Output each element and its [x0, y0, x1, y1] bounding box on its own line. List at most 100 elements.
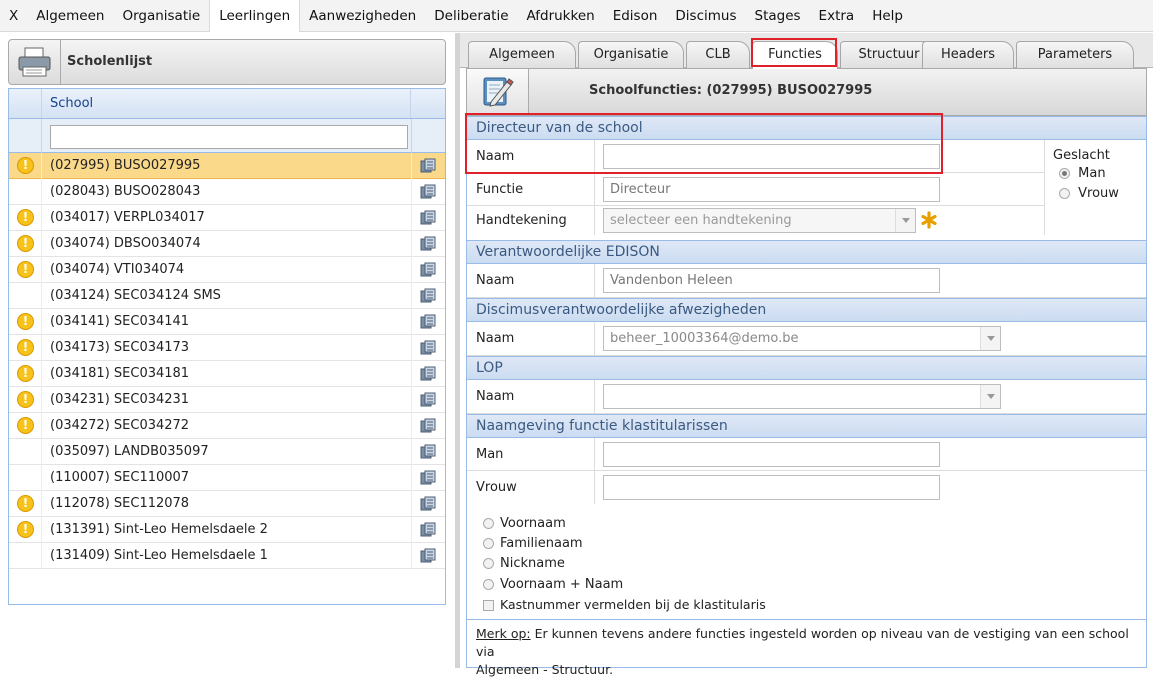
klastitularis-man-input[interactable] — [603, 442, 940, 467]
warning-icon: ! — [17, 391, 34, 408]
radio-nickname[interactable] — [483, 558, 494, 569]
school-row[interactable]: ! (034141) SEC034141 — [9, 309, 445, 335]
school-row[interactable]: ! (034173) SEC034173 — [9, 335, 445, 361]
school-row[interactable]: ! (112078) SEC112078 — [9, 491, 445, 517]
school-row[interactable]: (034124) SEC034124 SMS — [9, 283, 445, 309]
school-list-header: Scholenlijst — [8, 39, 446, 85]
radio-male[interactable] — [1059, 168, 1070, 179]
document-icon[interactable] — [420, 340, 436, 355]
tab-algemeen[interactable]: Algemeen — [468, 41, 576, 68]
note-line2: Algemeen - Structuur. — [476, 662, 614, 677]
document-icon[interactable] — [420, 262, 436, 277]
menu-item-edison[interactable]: Edison — [604, 0, 667, 32]
director-name-input[interactable] — [603, 144, 940, 169]
discimus-name-value: beheer_10003364@demo.be — [610, 331, 799, 346]
school-name: (034272) SEC034272 — [50, 418, 190, 433]
menu-item-deliberatie[interactable]: Deliberatie — [425, 0, 517, 32]
gender-female-option[interactable]: Vrouw — [1059, 186, 1119, 201]
klastitularis-vrouw-input[interactable] — [603, 475, 940, 500]
school-row[interactable]: (110007) SEC110007 — [9, 465, 445, 491]
school-name: (034017) VERPL034017 — [50, 210, 205, 225]
school-name: (034173) SEC034173 — [50, 340, 190, 355]
tab-functies[interactable]: Functies — [752, 41, 838, 69]
document-icon[interactable] — [420, 496, 436, 511]
document-icon[interactable] — [420, 184, 436, 199]
document-icon[interactable] — [420, 210, 436, 225]
signature-select[interactable]: selecteer een handtekening — [603, 208, 916, 233]
option-nickname[interactable]: Nickname — [483, 556, 565, 571]
note: Merk op: Er kunnen tevens andere functie… — [467, 619, 1146, 677]
tab-parameters[interactable]: Parameters — [1016, 41, 1134, 68]
document-icon[interactable] — [420, 470, 436, 485]
warning-icon: ! — [17, 417, 34, 434]
option-kastnummer[interactable]: Kastnummer vermelden bij de klastitulari… — [483, 597, 766, 612]
print-button[interactable] — [9, 40, 61, 84]
option-voornaam-naam[interactable]: Voornaam + Naam — [483, 577, 623, 592]
school-name: (034141) SEC034141 — [50, 314, 190, 329]
school-filter-input[interactable] — [50, 125, 408, 149]
grid-header: School — [9, 89, 445, 119]
school-row[interactable]: ! (027995) BUSO027995 — [9, 153, 445, 179]
document-icon[interactable] — [420, 418, 436, 433]
checkbox-kastnummer[interactable] — [483, 600, 494, 611]
radio-voornaam-naam[interactable] — [483, 579, 494, 590]
menu-item-help[interactable]: Help — [863, 0, 912, 32]
radio-familienaam[interactable] — [483, 538, 494, 549]
lop-name-select[interactable] — [603, 384, 1001, 409]
school-row[interactable]: (035097) LANDB035097 — [9, 439, 445, 465]
edison-name-input[interactable]: Vandenbon Heleen — [603, 268, 940, 293]
menu-item-aanwezigheden[interactable]: Aanwezigheden — [300, 0, 425, 32]
menu-item-organisatie[interactable]: Organisatie — [113, 0, 209, 32]
warning-icon: ! — [17, 235, 34, 252]
radio-voornaam[interactable] — [483, 518, 494, 529]
tab-headers[interactable]: Headers — [922, 41, 1014, 68]
edit-notepad-icon — [483, 77, 514, 107]
school-row[interactable]: ! (034231) SEC034231 — [9, 387, 445, 413]
document-icon[interactable] — [420, 158, 436, 173]
column-header-school[interactable]: School — [41, 89, 411, 118]
document-icon[interactable] — [420, 236, 436, 251]
menu-item-x[interactable]: X — [0, 0, 27, 32]
school-row[interactable]: ! (034074) DBSO034074 — [9, 231, 445, 257]
school-row[interactable]: (131409) Sint-Leo Hemelsdaele 1 — [9, 543, 445, 569]
document-icon[interactable] — [420, 548, 436, 563]
warning-icon: ! — [17, 339, 34, 356]
document-icon[interactable] — [420, 522, 436, 537]
menu-item-discimus[interactable]: Discimus — [666, 0, 745, 32]
document-icon[interactable] — [420, 366, 436, 381]
tab-clb[interactable]: CLB — [686, 41, 750, 68]
school-grid: School ! (027995) BUSO027995 (028043) BUSO… — [8, 88, 446, 605]
lop-name-row: Naam — [467, 380, 1146, 414]
menu-item-afdrukken[interactable]: Afdrukken — [518, 0, 604, 32]
menu-item-extra[interactable]: Extra — [810, 0, 864, 32]
school-row[interactable]: (028043) BUSO028043 — [9, 179, 445, 205]
menu-item-leerlingen[interactable]: Leerlingen — [209, 0, 301, 32]
tab-organisatie[interactable]: Organisatie — [578, 41, 684, 68]
radio-female[interactable] — [1059, 188, 1070, 199]
functions-header: Schoolfuncties: (027995) BUSO027995 — [466, 68, 1147, 116]
school-row[interactable]: ! (131391) Sint-Leo Hemelsdaele 2 — [9, 517, 445, 543]
document-icon[interactable] — [420, 392, 436, 407]
edit-button[interactable] — [467, 69, 529, 115]
menu-item-algemeen[interactable]: Algemeen — [27, 0, 113, 32]
discimus-name-label: Naam — [476, 331, 515, 346]
school-row[interactable]: ! (034272) SEC034272 — [9, 413, 445, 439]
panel-title: Scholenlijst — [67, 54, 153, 69]
gender-group: Geslacht Man Vrouw — [1044, 140, 1146, 235]
section-edison-heading: Verantwoordelijke EDISON — [467, 240, 1146, 264]
discimus-name-select[interactable]: beheer_10003364@demo.be — [603, 326, 1001, 351]
lop-name-label: Naam — [476, 389, 515, 404]
chevron-down-icon — [895, 209, 915, 232]
gender-male-option[interactable]: Man — [1059, 166, 1106, 181]
school-row[interactable]: ! (034017) VERPL034017 — [9, 205, 445, 231]
school-row[interactable]: ! (034074) VTI034074 — [9, 257, 445, 283]
menu-item-stages[interactable]: Stages — [746, 0, 810, 32]
director-function-input[interactable]: Directeur — [603, 177, 940, 202]
school-row[interactable]: ! (034181) SEC034181 — [9, 361, 445, 387]
option-familienaam[interactable]: Familienaam — [483, 536, 583, 551]
document-icon[interactable] — [420, 314, 436, 329]
document-icon[interactable] — [420, 444, 436, 459]
option-voornaam[interactable]: Voornaam — [483, 516, 566, 531]
document-icon[interactable] — [420, 288, 436, 303]
school-name: (034231) SEC034231 — [50, 392, 190, 407]
